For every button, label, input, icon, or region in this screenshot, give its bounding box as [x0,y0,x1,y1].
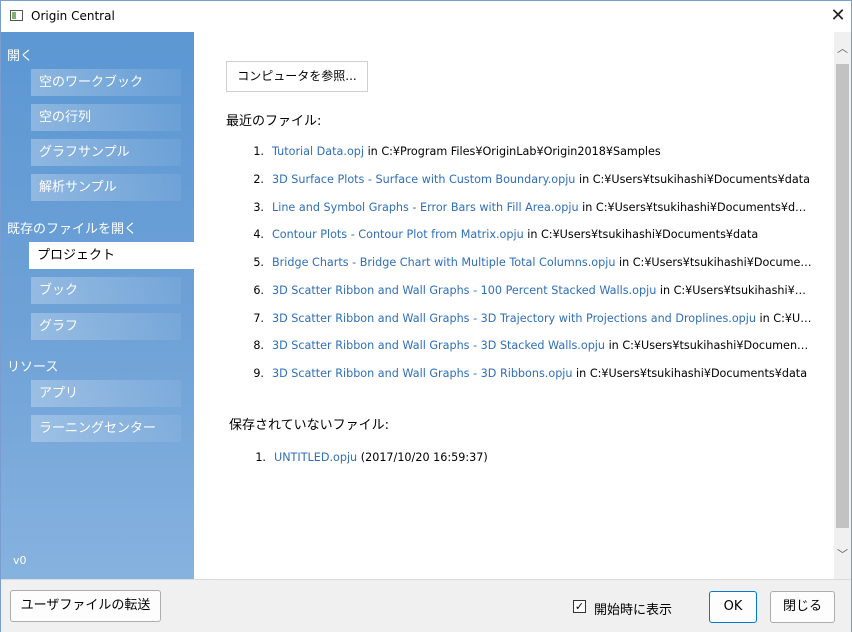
ok-button[interactable]: OK [709,591,757,623]
recent-file-path: C:¥Us… [773,312,812,325]
version-label: v0 [13,554,27,567]
recent-file-link[interactable]: 3D Scatter Ribbon and Wall Graphs - 3D S… [272,339,605,352]
unsaved-files-heading: 保存されていないファイル: [229,418,389,433]
recent-file-item: 3. Line and Symbol Graphs - Error Bars w… [252,201,812,219]
recent-file-path: C:¥Users¥tsukihashi¥Documents¥data [589,367,808,380]
recent-file-item: 4. Contour Plots - Contour Plot from Mat… [252,228,812,246]
recent-file-link[interactable]: Line and Symbol Graphs - Error Bars with… [272,201,579,214]
in-word: in [572,367,590,380]
recent-file-item: 7. 3D Scatter Ribbon and Wall Graphs - 3… [252,312,812,330]
close-button[interactable]: 閉じる [770,591,835,623]
unsaved-file-number: 1. [255,451,266,464]
nav-empty-workbook[interactable]: 空のワークブック [31,69,181,96]
recent-file-number: 1. [253,145,264,158]
browse-computer-button[interactable]: コンピュータを参照... [226,61,368,92]
main-content: コンピュータを参照... 最近のファイル: 1. Tutorial Data.o… [194,32,834,579]
recent-file-path: C:¥Program Files¥OriginLab¥Origin2018¥Sa… [381,145,661,158]
unsaved-file-link[interactable]: UNTITLED.opju [274,451,357,464]
sidebar: 開く 空のワークブック 空の行列 グラフサンプル 解析サンプル 既存のファイルを… [1,32,194,579]
unsaved-file-item: 1. UNTITLED.opju (2017/10/20 16:59:37) [254,451,814,469]
in-word: in [656,284,674,297]
window-title: Origin Central [31,9,115,23]
nav-graph-samples[interactable]: グラフサンプル [31,139,181,166]
recent-file-number: 8. [253,339,264,352]
recent-file-item: 5. Bridge Charts - Bridge Chart with Mul… [252,256,812,274]
recent-files-heading: 最近のファイル: [226,114,322,129]
unsaved-file-info: (2017/10/20 16:59:37) [357,451,488,464]
section-open-title: 開く [7,49,34,64]
recent-file-item: 9. 3D Scatter Ribbon and Wall Graphs - 3… [252,367,812,385]
nav-learning-center[interactable]: ラーニングセンター [31,415,181,442]
nav-project[interactable]: プロジェクト [29,242,194,269]
recent-file-number: 9. [253,367,264,380]
show-on-start-checkbox[interactable]: ✓ [573,600,586,613]
title-bar: Origin Central ✕ [1,1,851,32]
recent-file-link[interactable]: Contour Plots - Contour Plot from Matrix… [272,228,524,241]
app-icon [10,10,23,21]
in-word: in [605,339,623,352]
recent-file-path: C:¥Users¥tsukihashi¥Documents¥data [540,228,759,241]
vertical-scrollbar[interactable]: ︿ ﹀ [834,32,851,579]
nav-apps[interactable]: アプリ [31,380,181,407]
recent-file-item: 6. 3D Scatter Ribbon and Wall Graphs - 1… [252,284,812,302]
recent-file-item: 8. 3D Scatter Ribbon and Wall Graphs - 3… [252,339,812,357]
recent-file-link[interactable]: 3D Scatter Ribbon and Wall Graphs - 3D R… [272,367,573,380]
in-word: in [578,201,596,214]
recent-file-path: C:¥Users¥tsukihashi¥Documen… [632,256,812,269]
recent-file-number: 4. [253,228,264,241]
section-open-existing-title: 既存のファイルを開く [7,222,138,237]
nav-graph[interactable]: グラフ [31,313,181,340]
recent-file-number: 2. [253,173,264,186]
transfer-user-files-button[interactable]: ユーザファイルの転送 [10,590,161,622]
scroll-thumb[interactable] [836,64,849,528]
in-word: in [755,312,774,325]
footer-bar: ユーザファイルの転送 ✓ 開始時に表示 OK 閉じる [1,579,851,632]
recent-file-number: 3. [253,201,264,214]
recent-file-link[interactable]: Tutorial Data.opj [272,145,364,158]
show-on-start-label: 開始時に表示 [594,603,673,618]
recent-file-path: C:¥Users¥tsukihashi¥Documents… [622,339,812,352]
recent-file-link[interactable]: 3D Surface Plots - Surface with Custom B… [272,173,575,186]
scroll-down-icon[interactable]: ﹀ [834,546,851,563]
recent-file-path: C:¥Users¥tsukihashi¥Documents¥data [592,173,810,186]
recent-file-number: 7. [253,312,264,325]
recent-file-link[interactable]: 3D Scatter Ribbon and Wall Graphs - 100 … [272,284,656,297]
in-word: in [575,173,593,186]
recent-file-path: C:¥Users¥tsukihashi¥Do… [673,284,812,297]
close-icon[interactable]: ✕ [827,5,849,27]
in-word: in [364,145,382,158]
scroll-up-icon[interactable]: ︿ [834,40,851,57]
origin-central-window: Origin Central ✕ 開く 空のワークブック 空の行列 グラフサンプ… [0,0,852,632]
in-word: in [523,228,541,241]
recent-file-path: C:¥Users¥tsukihashi¥Documents¥data [595,201,812,214]
nav-analysis-samples[interactable]: 解析サンプル [31,174,181,201]
section-resources-title: リソース [7,360,59,375]
recent-file-number: 5. [253,256,264,269]
nav-book[interactable]: ブック [31,277,181,304]
in-word: in [615,256,633,269]
nav-empty-matrix[interactable]: 空の行列 [31,104,181,131]
recent-file-item: 2. 3D Surface Plots - Surface with Custo… [252,173,812,191]
recent-file-link[interactable]: Bridge Charts - Bridge Chart with Multip… [272,256,615,269]
recent-file-item: 1. Tutorial Data.opj in C:¥Program Files… [252,145,812,163]
recent-file-number: 6. [253,284,264,297]
recent-file-link[interactable]: 3D Scatter Ribbon and Wall Graphs - 3D T… [272,312,756,325]
